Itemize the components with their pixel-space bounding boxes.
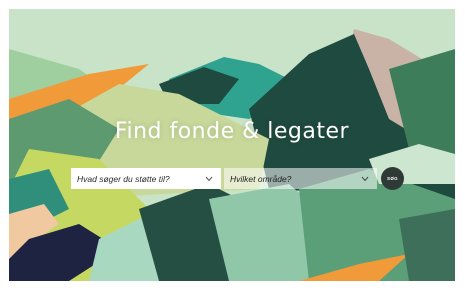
chevron-down-icon <box>359 173 371 185</box>
area-placeholder: Hvilket område? <box>230 173 292 184</box>
area-dropdown[interactable]: Hvilket område? <box>224 168 377 189</box>
search-button[interactable]: SØG <box>381 167 404 190</box>
mountain-landscape-illustration <box>9 9 455 281</box>
support-type-placeholder: Hvad søger du støtte til? <box>77 173 170 184</box>
hero-banner: Find fonde & legater Hvad søger du støtt… <box>9 9 455 281</box>
page-title: Find fonde & legater <box>114 119 350 144</box>
support-type-dropdown[interactable]: Hvad søger du støtte til? <box>71 168 221 189</box>
chevron-down-icon <box>203 173 215 185</box>
